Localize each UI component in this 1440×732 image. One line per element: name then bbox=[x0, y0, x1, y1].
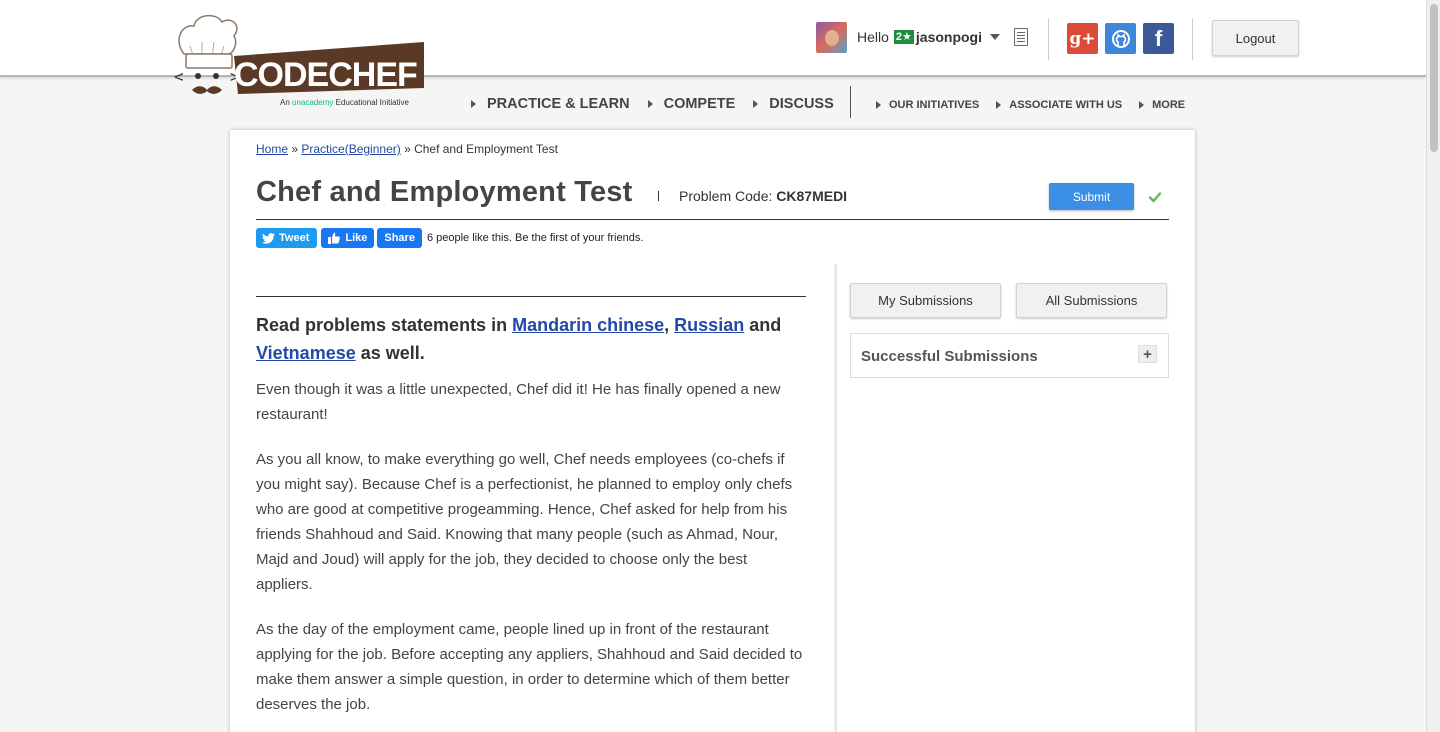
chevron-down-icon[interactable] bbox=[990, 34, 1001, 40]
statement-paragraph: As the day of the employment came, peopl… bbox=[256, 621, 803, 713]
breadcrumb-current: Chef and Employment Test bbox=[414, 142, 558, 156]
column-divider bbox=[835, 264, 837, 732]
comma: , bbox=[664, 315, 670, 335]
greeting-text: Hello bbox=[857, 29, 889, 45]
problem-code-value: CK87MEDI bbox=[776, 188, 848, 204]
breadcrumb-home-link[interactable]: Home bbox=[256, 142, 288, 156]
my-submissions-button[interactable]: My Submissions bbox=[850, 283, 1001, 318]
all-submissions-button[interactable]: All Submissions bbox=[1016, 283, 1167, 318]
nav-associate-with-us[interactable]: ASSOCIATE WITH US bbox=[996, 99, 1122, 111]
problem-code: Problem Code: CK87MEDI bbox=[679, 188, 847, 204]
nav-label: COMPETE bbox=[663, 96, 736, 112]
google-plus-icon[interactable]: g+ bbox=[1067, 23, 1098, 54]
statement-divider bbox=[256, 296, 806, 297]
and-text: and bbox=[749, 315, 782, 335]
nav-our-initiatives[interactable]: OUR INITIATIVES bbox=[876, 99, 979, 111]
tweet-label: Tweet bbox=[279, 232, 310, 244]
successful-submissions-title: Successful Submissions bbox=[861, 348, 1038, 365]
facebook-like-button[interactable]: Like bbox=[321, 228, 375, 248]
tagline-brand: unacademy bbox=[292, 98, 334, 107]
tweet-button[interactable]: Tweet bbox=[256, 228, 318, 248]
scrollbar-thumb[interactable] bbox=[1430, 4, 1438, 152]
thumbs-up-icon bbox=[328, 232, 341, 244]
nav-practice-learn[interactable]: PRACTICE & LEARN bbox=[471, 96, 630, 112]
page-scrollbar[interactable] bbox=[1426, 0, 1440, 732]
problem-statement: Read problems statements in Mandarin chi… bbox=[256, 296, 806, 717]
codechef-logo[interactable]: < > CODECHEF An unacademy Educational In… bbox=[172, 12, 432, 110]
tagline-prefix: An bbox=[280, 98, 290, 107]
like-count-text: 6 people like this. Be the first of your… bbox=[426, 232, 644, 244]
lang-link-mandarin[interactable]: Mandarin chinese bbox=[512, 315, 664, 335]
logo-tagline: An unacademy Educational Initiative bbox=[280, 98, 409, 107]
expand-plus-icon[interactable]: + bbox=[1138, 345, 1157, 363]
problem-header: Chef and Employment Test Problem Code: C… bbox=[256, 176, 1169, 220]
nav-label: ASSOCIATE WITH US bbox=[1009, 99, 1123, 111]
page-title: Chef and Employment Test bbox=[256, 176, 633, 208]
statement-paragraph: Even though it was a little unexpected, … bbox=[256, 381, 781, 423]
nav-divider bbox=[850, 86, 851, 118]
svg-text:<: < bbox=[174, 67, 184, 86]
main-nav: PRACTICE & LEARN COMPETE DISCUSS bbox=[471, 94, 852, 114]
avatar[interactable] bbox=[816, 21, 847, 53]
header-divider bbox=[1192, 18, 1193, 60]
submit-button[interactable]: Submit bbox=[1049, 183, 1134, 210]
translations-heading: Read problems statements in Mandarin chi… bbox=[256, 311, 806, 367]
tagline-suffix: Educational Initiative bbox=[335, 98, 410, 107]
nav-compete[interactable]: COMPETE bbox=[647, 96, 736, 112]
nav-label: OUR INITIATIVES bbox=[889, 99, 980, 111]
check-icon bbox=[1148, 192, 1162, 203]
star-rating-badge: 2★ bbox=[893, 30, 914, 44]
caret-right-icon bbox=[996, 101, 1002, 109]
like-label: Like bbox=[345, 232, 368, 244]
translations-prefix: Read problems statements in bbox=[256, 315, 508, 335]
caret-right-icon bbox=[876, 101, 881, 109]
lang-link-vietnamese[interactable]: Vietnamese bbox=[256, 343, 356, 363]
notes-icon[interactable] bbox=[1014, 28, 1028, 46]
problem-code-label: Problem Code: bbox=[679, 188, 773, 204]
user-greeting[interactable]: Hello 2★ jasonpogi bbox=[857, 29, 1001, 45]
logo-text: CODECHEF bbox=[234, 56, 418, 94]
facebook-icon[interactable]: f bbox=[1143, 23, 1174, 54]
social-share-row: Tweet Like Share 6 people like this. Be … bbox=[256, 228, 643, 248]
caret-right-icon bbox=[1139, 101, 1145, 109]
logout-button[interactable]: Logout bbox=[1212, 20, 1299, 56]
problem-card: Home » Practice(Beginner) » Chef and Emp… bbox=[230, 130, 1195, 732]
header-divider bbox=[1048, 18, 1049, 60]
user-menu[interactable]: Hello 2★ jasonpogi bbox=[816, 20, 1001, 54]
title-divider bbox=[658, 191, 659, 201]
secondary-nav: OUR INITIATIVES ASSOCIATE WITH US MORE bbox=[876, 95, 1202, 115]
translations-suffix: as well. bbox=[360, 343, 425, 363]
breadcrumb-separator: » bbox=[288, 142, 302, 156]
twitter-bird-icon bbox=[262, 232, 275, 244]
statement-paragraph: As you all know, to make everything go w… bbox=[256, 451, 793, 593]
caret-right-icon bbox=[647, 100, 653, 108]
nav-label: PRACTICE & LEARN bbox=[487, 96, 630, 112]
nav-discuss[interactable]: DISCUSS bbox=[753, 96, 834, 112]
github-icon[interactable] bbox=[1105, 23, 1136, 54]
nav-label: DISCUSS bbox=[769, 96, 834, 112]
lang-link-russian[interactable]: Russian bbox=[674, 315, 744, 335]
nav-more[interactable]: MORE bbox=[1139, 99, 1185, 111]
breadcrumb: Home » Practice(Beginner) » Chef and Emp… bbox=[256, 142, 558, 156]
caret-right-icon bbox=[471, 100, 476, 108]
facebook-share-button[interactable]: Share bbox=[377, 228, 422, 248]
username[interactable]: jasonpogi bbox=[916, 29, 982, 45]
nav-label: MORE bbox=[1152, 99, 1186, 111]
caret-right-icon bbox=[753, 100, 759, 108]
successful-submissions-panel[interactable]: Successful Submissions + bbox=[850, 333, 1169, 378]
breadcrumb-practice-link[interactable]: Practice(Beginner) bbox=[301, 142, 400, 156]
breadcrumb-separator: » bbox=[400, 142, 415, 156]
